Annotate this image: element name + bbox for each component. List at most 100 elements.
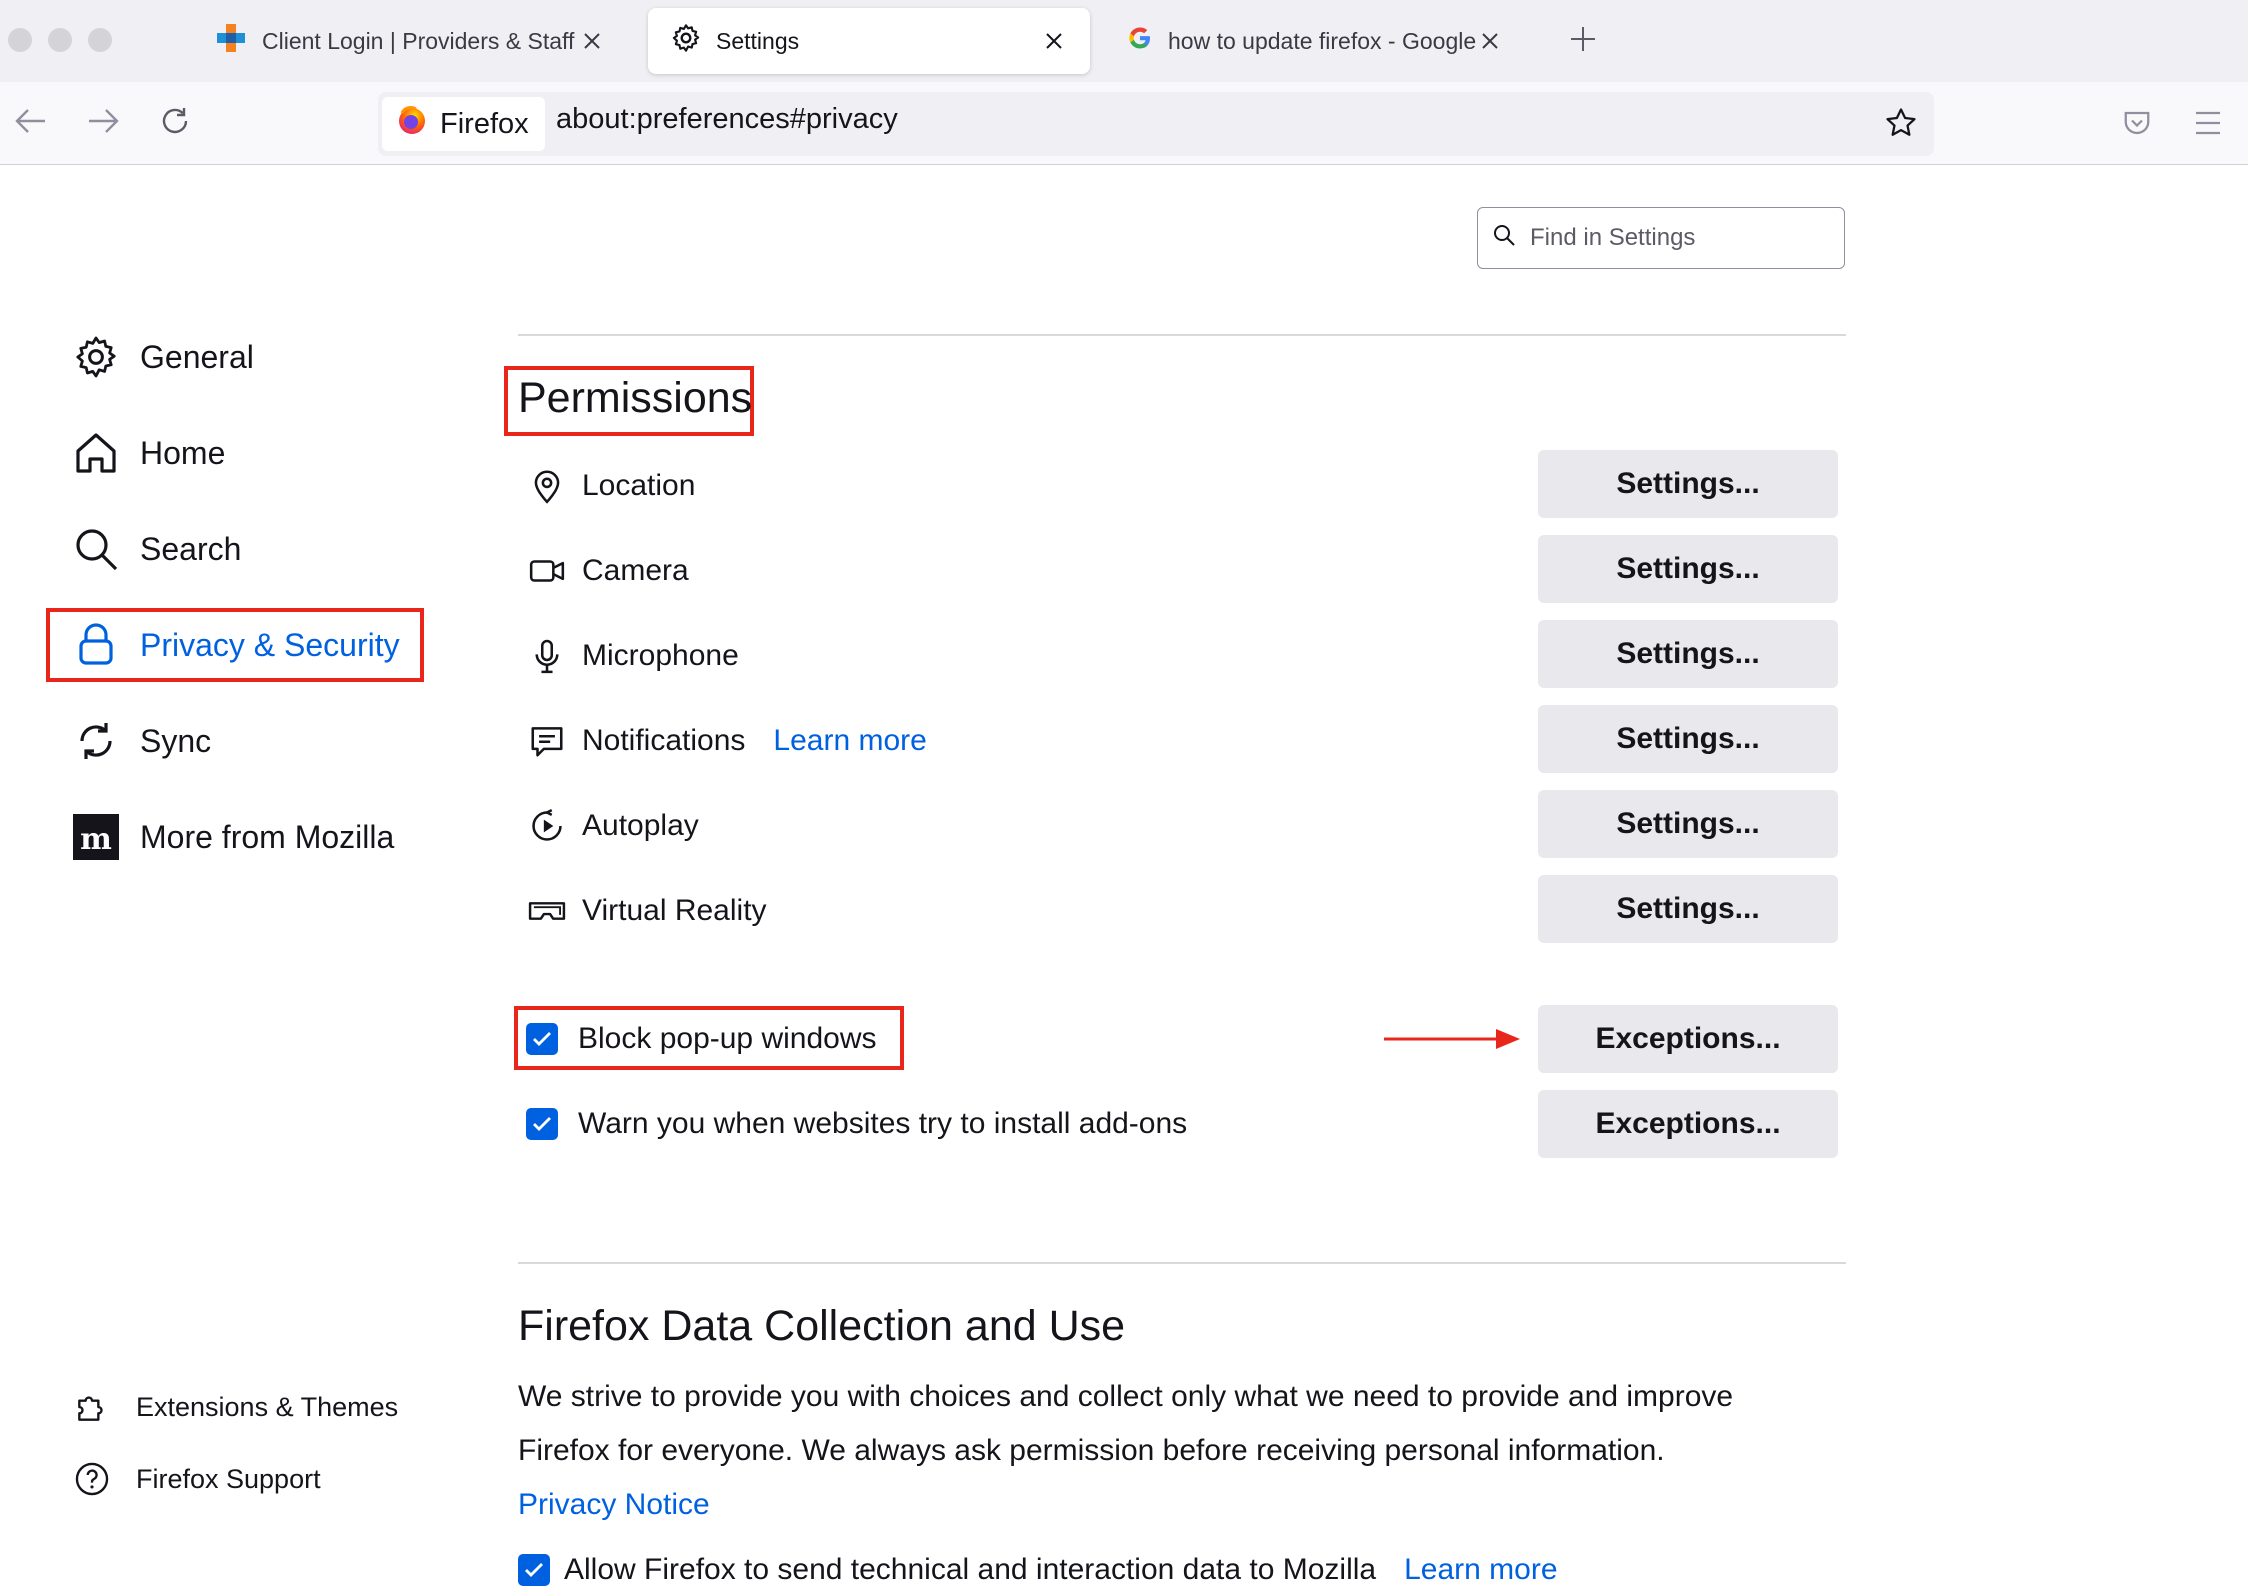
tab-settings[interactable]: Settings: [648, 8, 1090, 74]
window-minimize-dot[interactable]: [48, 28, 72, 52]
section-divider: [518, 334, 1846, 336]
telemetry-checkbox[interactable]: [518, 1554, 550, 1586]
sidebar-item-label: Privacy & Security: [140, 626, 400, 663]
sidebar-footer-extensions-themes[interactable]: Extensions & Themes: [70, 1382, 398, 1432]
bookmark-star-icon[interactable]: [1884, 106, 1918, 145]
back-button[interactable]: [10, 102, 52, 144]
block-popups-checkbox-row[interactable]: Block pop-up windows: [526, 1014, 877, 1064]
permission-row-notifications: Notifications Learn more: [522, 711, 927, 771]
pocket-icon[interactable]: [2122, 108, 2152, 143]
camera-settings-button[interactable]: Settings...: [1538, 535, 1838, 603]
close-icon[interactable]: [1476, 27, 1504, 55]
tab-title: Settings: [716, 27, 800, 54]
home-icon: [70, 427, 122, 479]
permission-label: Virtual Reality: [582, 894, 767, 927]
menu-icon[interactable]: [2194, 110, 2222, 141]
permission-row-location: Location: [522, 456, 695, 516]
identity-box[interactable]: Firefox: [382, 97, 545, 151]
warn-addons-checkbox[interactable]: [526, 1108, 558, 1140]
find-in-settings-input[interactable]: Find in Settings: [1477, 207, 1845, 269]
sidebar-footer-firefox-support[interactable]: Firefox Support: [70, 1454, 321, 1504]
autoplay-icon: [522, 801, 572, 851]
sidebar-item-label: More from Mozilla: [140, 818, 395, 855]
sidebar-item-label: General: [140, 338, 254, 375]
footer-item-label: Firefox Support: [136, 1463, 321, 1494]
microphone-settings-button[interactable]: Settings...: [1538, 620, 1838, 688]
sidebar-item-privacy-security[interactable]: Privacy & Security: [70, 615, 400, 675]
warn-addons-checkbox-row[interactable]: Warn you when websites try to install ad…: [526, 1099, 1187, 1149]
arrow-right-icon: [87, 107, 119, 140]
permission-label: Location: [582, 469, 696, 502]
location-settings-button[interactable]: Settings...: [1538, 450, 1838, 518]
sidebar-item-label: Sync: [140, 722, 212, 759]
location-icon: [522, 461, 572, 511]
firefox-logo-icon: [396, 104, 428, 144]
help-icon: [70, 1457, 114, 1501]
plus-icon: [1570, 26, 1596, 57]
camera-icon: [522, 546, 572, 596]
permission-row-virtual-reality: Virtual Reality: [522, 881, 767, 941]
tab-title: Client Login | Providers & Staff |: [262, 27, 578, 54]
sidebar-item-general[interactable]: General: [70, 327, 254, 387]
permission-label: Autoplay: [582, 809, 699, 842]
telemetry-learn-more-link[interactable]: Learn more: [1404, 1553, 1557, 1587]
search-icon: [1492, 223, 1516, 254]
permission-row-autoplay: Autoplay: [522, 796, 699, 856]
permission-label: Notifications: [582, 724, 746, 757]
vr-icon: [522, 886, 572, 936]
microphone-icon: [522, 631, 572, 681]
block-popups-label: Block pop-up windows: [578, 1022, 877, 1055]
autoplay-settings-button[interactable]: Settings...: [1538, 790, 1838, 858]
sidebar-item-more-from-mozilla[interactable]: m More from Mozilla: [70, 807, 394, 867]
sidebar-item-label: Search: [140, 530, 242, 567]
identity-label: Firefox: [440, 107, 529, 140]
permission-label: Microphone: [582, 639, 739, 672]
privacy-notice-link[interactable]: Privacy Notice: [518, 1478, 710, 1532]
block-popups-checkbox[interactable]: [526, 1023, 558, 1055]
permissions-heading: Permissions: [518, 374, 753, 422]
tab-google-search[interactable]: how to update firefox - Google S: [1104, 8, 1526, 74]
google-icon: [1126, 24, 1154, 58]
url-text[interactable]: about:preferences#privacy: [556, 103, 898, 136]
permission-row-microphone: Microphone: [522, 626, 739, 686]
reload-button[interactable]: [154, 102, 196, 144]
sidebar-item-sync[interactable]: Sync: [70, 711, 211, 771]
window-zoom-dot[interactable]: [88, 28, 112, 52]
close-icon[interactable]: [1040, 27, 1068, 55]
data-collection-line-1: We strive to provide you with choices an…: [518, 1380, 1734, 1413]
data-collection-heading: Firefox Data Collection and Use: [518, 1302, 1126, 1350]
notifications-settings-button[interactable]: Settings...: [1538, 705, 1838, 773]
arrow-left-icon: [15, 107, 47, 140]
gear-icon: [70, 331, 122, 383]
new-tab-button[interactable]: [1566, 24, 1600, 58]
footer-item-label: Extensions & Themes: [136, 1391, 399, 1422]
notifications-icon: [522, 716, 572, 766]
mozilla-icon: m: [70, 811, 122, 863]
permission-label: Camera: [582, 554, 689, 587]
plus-logo-icon: [214, 21, 248, 61]
section-divider: [518, 1262, 1846, 1264]
notifications-learn-more-link[interactable]: Learn more: [773, 724, 926, 758]
warn-addons-exceptions-button[interactable]: Exceptions...: [1538, 1090, 1838, 1158]
window-close-dot[interactable]: [8, 28, 32, 52]
telemetry-checkbox-row[interactable]: Allow Firefox to send technical and inte…: [518, 1545, 1558, 1595]
sidebar-item-search[interactable]: Search: [70, 519, 241, 579]
telemetry-label: Allow Firefox to send technical and inte…: [564, 1553, 1377, 1586]
block-popups-exceptions-button[interactable]: Exceptions...: [1538, 1005, 1838, 1073]
puzzle-icon: [70, 1385, 114, 1429]
search-placeholder: Find in Settings: [1530, 224, 1696, 251]
red-arrow-annotation: [1384, 1028, 1522, 1055]
tab-client-login[interactable]: Client Login | Providers & Staff |: [192, 8, 628, 74]
lock-icon: [70, 619, 122, 671]
svg-text:m: m: [80, 822, 112, 857]
sidebar-item-home[interactable]: Home: [70, 423, 225, 483]
gear-icon: [670, 22, 702, 60]
permission-row-camera: Camera: [522, 541, 689, 601]
sync-icon: [70, 715, 122, 767]
close-icon[interactable]: [578, 27, 606, 55]
warn-addons-label: Warn you when websites try to install ad…: [578, 1107, 1188, 1140]
data-collection-line-2: Firefox for everyone. We always ask perm…: [518, 1434, 1665, 1467]
tab-title: how to update firefox - Google S: [1168, 27, 1476, 54]
forward-button[interactable]: [82, 102, 124, 144]
virtual-reality-settings-button[interactable]: Settings...: [1538, 875, 1838, 943]
